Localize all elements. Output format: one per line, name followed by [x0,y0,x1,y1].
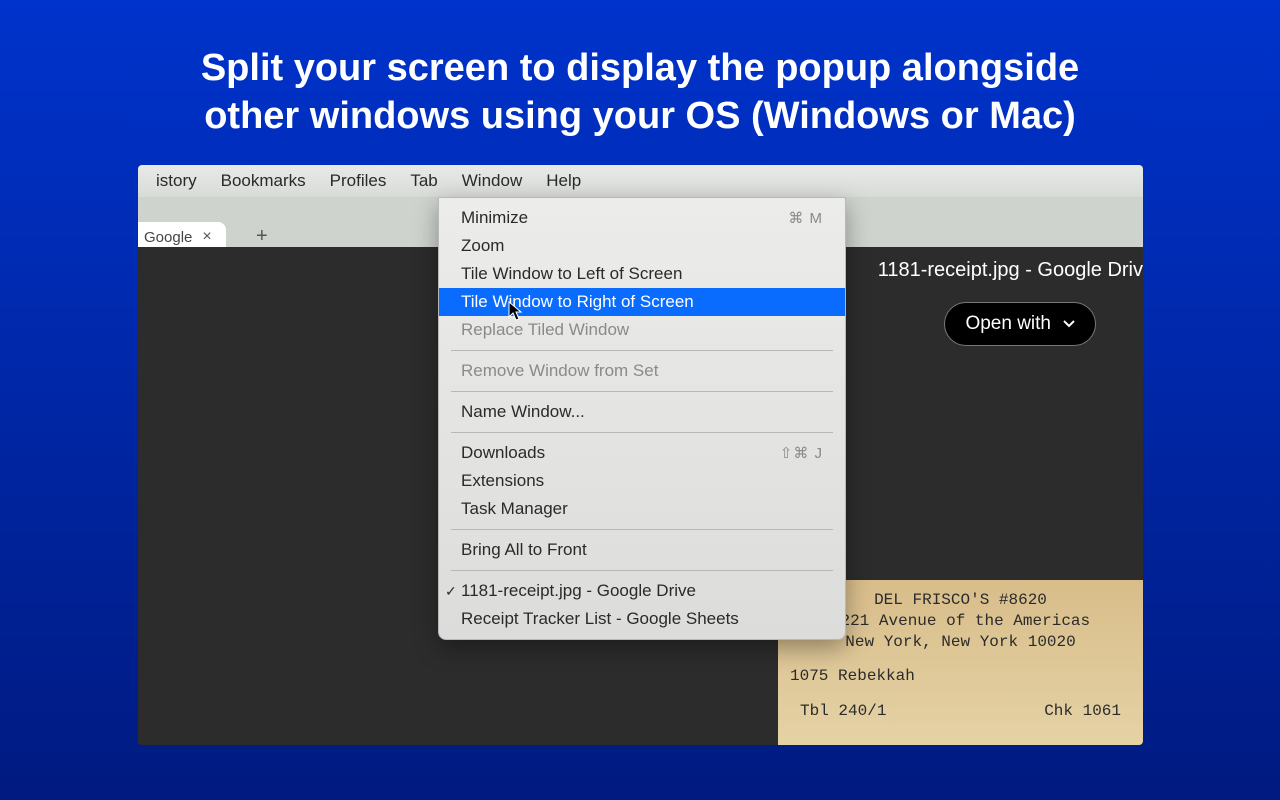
menu-item: Remove Window from Set [439,357,845,385]
menu-separator [451,432,833,433]
menu-item[interactable]: Receipt Tracker List - Google Sheets [439,605,845,633]
mouse-cursor-icon [508,301,524,323]
menu-item-label: 1181-receipt.jpg - Google Drive [461,581,696,601]
menu-item-label: Task Manager [461,499,568,519]
menu-separator [451,350,833,351]
menu-window[interactable]: Window [450,171,534,191]
menu-item-shortcut: ⌘ M [788,209,823,227]
menu-item[interactable]: Name Window... [439,398,845,426]
menu-bar: istory Bookmarks Profiles Tab Window Hel… [138,165,1143,197]
menu-item-label: Extensions [461,471,544,491]
menu-item[interactable]: ✓1181-receipt.jpg - Google Drive [439,577,845,605]
menu-help[interactable]: Help [534,171,593,191]
window-menu-dropdown: Minimize ⌘ M Zoom Tile Window to Left of Sc… [438,197,846,640]
menu-item[interactable]: Tile Window to Right of Screen [439,288,845,316]
menu-item-label: Zoom [461,236,504,256]
menu-item-label: Tile Window to Right of Screen [461,292,694,312]
menu-item[interactable]: Minimize ⌘ M [439,204,845,232]
checkmark-icon: ✓ [445,583,457,600]
menu-item[interactable]: Zoom [439,232,845,260]
page-heading: Split your screen to display the popup a… [0,0,1280,140]
menu-item-label: Receipt Tracker List - Google Sheets [461,609,739,629]
menu-item-label: Minimize [461,208,528,228]
menu-item-label: Downloads [461,443,545,463]
menu-item-label: Bring All to Front [461,540,587,560]
menu-item[interactable]: Tile Window to Left of Screen [439,260,845,288]
menu-item-label: Remove Window from Set [461,361,658,381]
menu-item[interactable]: Downloads ⇧⌘ J [439,439,845,467]
close-icon[interactable]: × [202,228,211,246]
menu-separator [451,391,833,392]
menu-item[interactable]: Extensions [439,467,845,495]
menu-history[interactable]: istory [144,171,209,191]
embedded-screenshot: istory Bookmarks Profiles Tab Window Hel… [138,165,1143,745]
menu-item-shortcut: ⇧⌘ J [780,444,823,462]
menu-item-label: Name Window... [461,402,585,422]
receipt-line: Tbl 240/1 [800,701,886,722]
open-with-label: Open with [965,313,1051,335]
menu-separator [451,570,833,571]
menu-tab[interactable]: Tab [398,171,449,191]
menu-item-label: Replace Tiled Window [461,320,629,340]
new-tab-button[interactable]: + [256,225,268,248]
menu-item-label: Tile Window to Left of Screen [461,264,682,284]
menu-item[interactable]: Bring All to Front [439,536,845,564]
receipt-line: 1075 Rebekkah [790,666,1131,687]
menu-bookmarks[interactable]: Bookmarks [209,171,318,191]
menu-item[interactable]: Task Manager [439,495,845,523]
tab-label: Google [144,229,192,246]
open-with-button[interactable]: Open with [944,302,1096,346]
menu-separator [451,529,833,530]
menu-profiles[interactable]: Profiles [318,171,399,191]
file-title: 1181-receipt.jpg - Google Driv [878,259,1143,282]
receipt-line: Chk 1061 [1044,701,1121,722]
menu-item: Replace Tiled Window [439,316,845,344]
chevron-down-icon [1063,320,1075,328]
